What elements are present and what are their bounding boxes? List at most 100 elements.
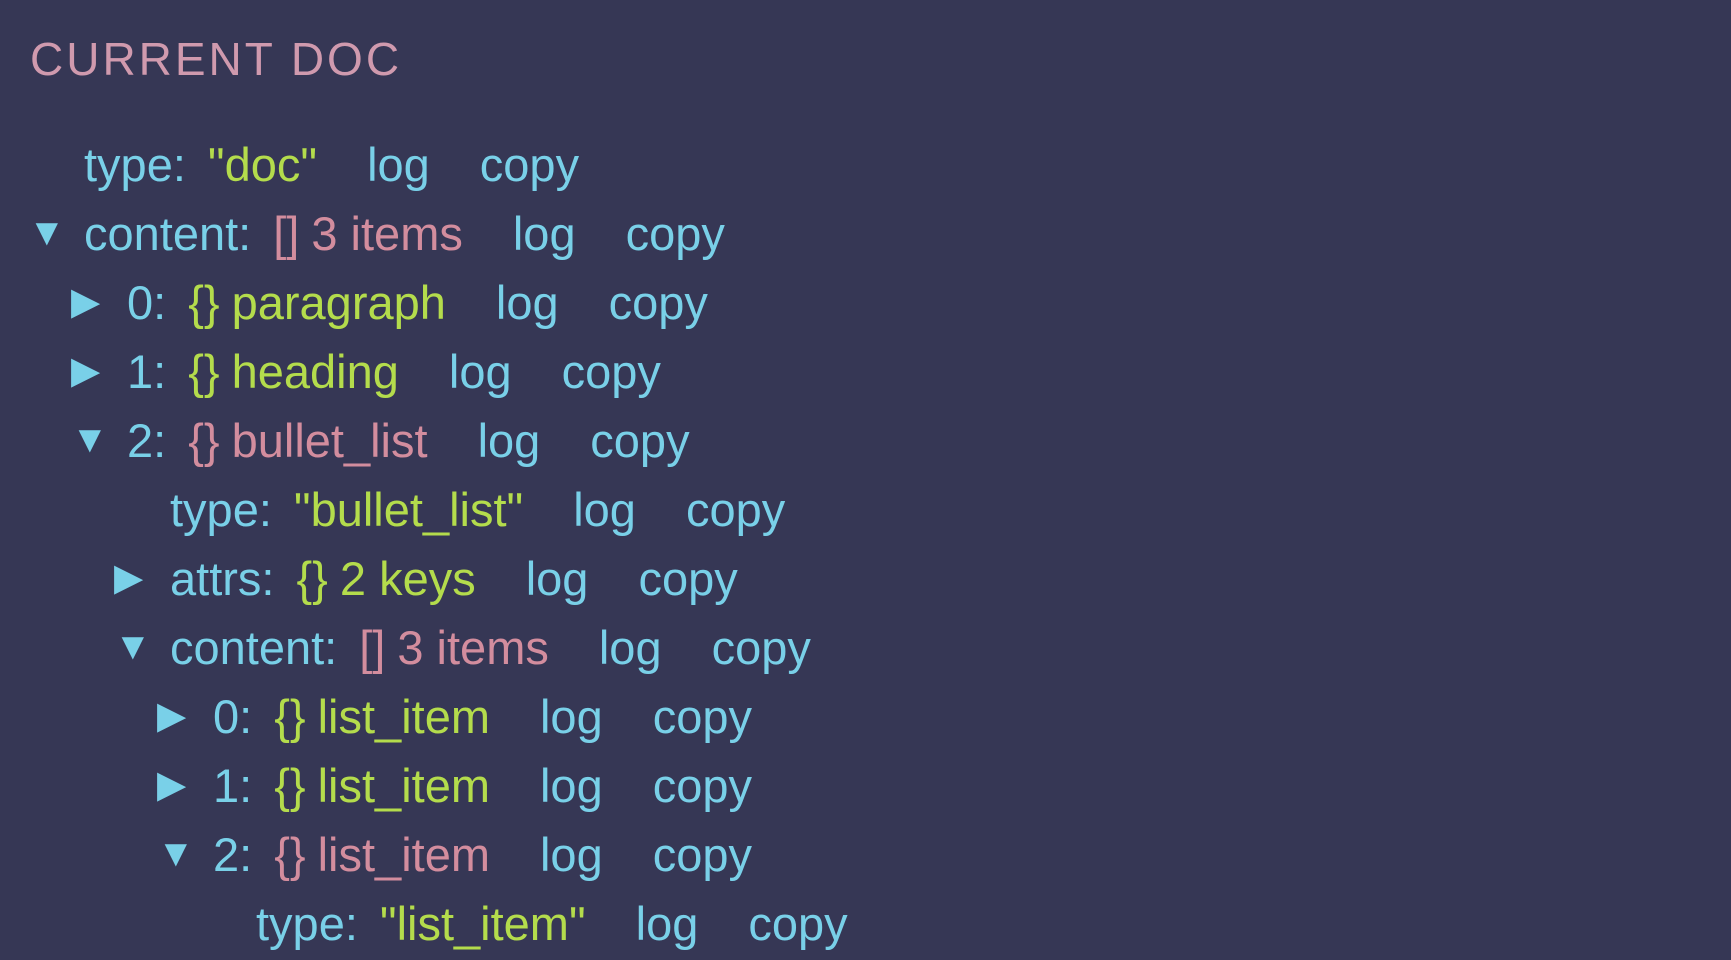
tree-value-label: heading (231, 345, 399, 398)
tree-value-object: {} list_item (274, 690, 490, 743)
tree-row-content: 0: {} paragraph log copy (127, 268, 708, 337)
log-button[interactable]: log (367, 138, 430, 191)
tree-value-label: 3 items (311, 207, 463, 260)
tree-value-label: list_item (317, 828, 490, 881)
copy-button[interactable]: copy (748, 897, 847, 950)
tree-key: 1: (127, 345, 167, 398)
log-button[interactable]: log (478, 414, 541, 467)
tree-value-object: {} list_item (274, 759, 490, 812)
tree-key: 2: (127, 414, 167, 467)
tree-row-content: 1: {} list_item log copy (213, 751, 752, 820)
log-button[interactable]: log (526, 552, 589, 605)
tree-row[interactable]: ▼ content: [] 3 items log copy (0, 199, 1731, 268)
tree-value-array: [] 3 items (359, 621, 549, 674)
copy-button[interactable]: copy (653, 759, 752, 812)
tree-row-content: 2: {} list_item log copy (213, 820, 752, 889)
log-button[interactable]: log (513, 207, 576, 260)
tree-value-label: bullet_list (231, 414, 428, 467)
tree-key: type: (84, 138, 186, 191)
object-braces: {} (274, 828, 306, 881)
triangle-right-icon[interactable]: ▶ (157, 682, 201, 751)
tree-value-string: "doc" (207, 138, 318, 191)
copy-button[interactable]: copy (590, 414, 689, 467)
triangle-down-icon[interactable]: ▼ (71, 406, 115, 475)
tree-row[interactable]: ▼ 2: {} bullet_list log copy (0, 406, 1731, 475)
copy-button[interactable]: copy (626, 207, 725, 260)
tree-value-label: paragraph (231, 276, 446, 329)
tree-row[interactable]: ▼ 2: {} list_item log copy (0, 820, 1731, 889)
log-button[interactable]: log (540, 759, 603, 812)
tree-row-content: attrs: {} 2 keys log copy (170, 544, 738, 613)
tree-key: content: (84, 207, 252, 260)
tree-key: 0: (127, 276, 167, 329)
triangle-right-icon[interactable]: ▶ (71, 337, 115, 406)
array-brackets: [] (359, 621, 386, 674)
triangle-right-icon[interactable]: ▶ (114, 544, 158, 613)
object-braces: {} (274, 759, 306, 812)
tree-row: type: "list_item" log copy (0, 889, 1731, 958)
tree-value-object: {} heading (188, 345, 399, 398)
tree-row: type: "doc" log copy (0, 130, 1731, 199)
tree-key: 2: (213, 828, 253, 881)
log-button[interactable]: log (540, 828, 603, 881)
tree-row: type: "bullet_list" log copy (0, 475, 1731, 544)
tree-row[interactable]: ▶ attrs: {} 2 keys log copy (0, 544, 1731, 613)
tree-row-content: type: "list_item" log copy (256, 889, 848, 958)
triangle-down-icon[interactable]: ▼ (114, 613, 158, 682)
triangle-down-icon[interactable]: ▼ (157, 820, 201, 889)
triangle-right-icon[interactable]: ▶ (157, 751, 201, 820)
triangle-right-icon[interactable]: ▶ (71, 268, 115, 337)
tree-key: 0: (213, 690, 253, 743)
tree-value-label: list_item (317, 690, 490, 743)
object-braces: {} (274, 690, 306, 743)
current-doc-panel: CURRENT DOC type: "doc" log copy ▼ content:[]… (0, 0, 1731, 960)
log-button[interactable]: log (573, 483, 636, 536)
tree-value-label: 2 keys (339, 552, 476, 605)
object-braces: {} (296, 552, 328, 605)
tree-value-string: "bullet_list" (293, 483, 524, 536)
tree-key: attrs: (170, 552, 275, 605)
copy-button[interactable]: copy (686, 483, 785, 536)
copy-button[interactable]: copy (562, 345, 661, 398)
doc-tree: type: "doc" log copy ▼ content:[] 3 items log co… (0, 130, 1731, 958)
tree-value-object: {} 2 keys (296, 552, 475, 605)
log-button[interactable]: log (599, 621, 662, 674)
array-brackets: [] (273, 207, 300, 260)
tree-row-content: type: "doc" log copy (84, 130, 579, 199)
tree-value-array: [] 3 items (273, 207, 463, 260)
tree-value-label: list_item (317, 759, 490, 812)
tree-row-content: content: [] 3 items log copy (84, 199, 725, 268)
tree-value-object: {} list_item (274, 828, 490, 881)
tree-row[interactable]: ▼ content: [] 3 items log copy (0, 613, 1731, 682)
log-button[interactable]: log (449, 345, 512, 398)
tree-key: 1: (213, 759, 253, 812)
copy-button[interactable]: copy (653, 690, 752, 743)
log-button[interactable]: log (636, 897, 699, 950)
tree-row[interactable]: ▶ 0: {} list_item log copy (0, 682, 1731, 751)
tree-row[interactable]: ▶ 0: {} paragraph log copy (0, 268, 1731, 337)
copy-button[interactable]: copy (712, 621, 811, 674)
tree-key: type: (170, 483, 272, 536)
tree-key: type: (256, 897, 358, 950)
object-braces: {} (188, 345, 220, 398)
copy-button[interactable]: copy (653, 828, 752, 881)
tree-row-content: 2: {} bullet_list log copy (127, 406, 690, 475)
tree-key: content: (170, 621, 338, 674)
object-braces: {} (188, 414, 220, 467)
log-button[interactable]: log (496, 276, 559, 329)
tree-value-object: {} bullet_list (188, 414, 427, 467)
tree-row-content: type: "bullet_list" log copy (170, 475, 785, 544)
tree-row[interactable]: ▶ 1: {} list_item log copy (0, 751, 1731, 820)
tree-value-string: "list_item" (379, 897, 586, 950)
tree-row[interactable]: ▶ 1: {} heading log copy (0, 337, 1731, 406)
triangle-down-icon[interactable]: ▼ (28, 199, 72, 268)
panel-title: CURRENT DOC (30, 33, 403, 85)
tree-row-content: content: [] 3 items log copy (170, 613, 811, 682)
tree-row-content: 1: {} heading log copy (127, 337, 661, 406)
tree-row-content: 0: {} list_item log copy (213, 682, 752, 751)
object-braces: {} (188, 276, 220, 329)
copy-button[interactable]: copy (609, 276, 708, 329)
copy-button[interactable]: copy (480, 138, 579, 191)
copy-button[interactable]: copy (638, 552, 737, 605)
log-button[interactable]: log (540, 690, 603, 743)
